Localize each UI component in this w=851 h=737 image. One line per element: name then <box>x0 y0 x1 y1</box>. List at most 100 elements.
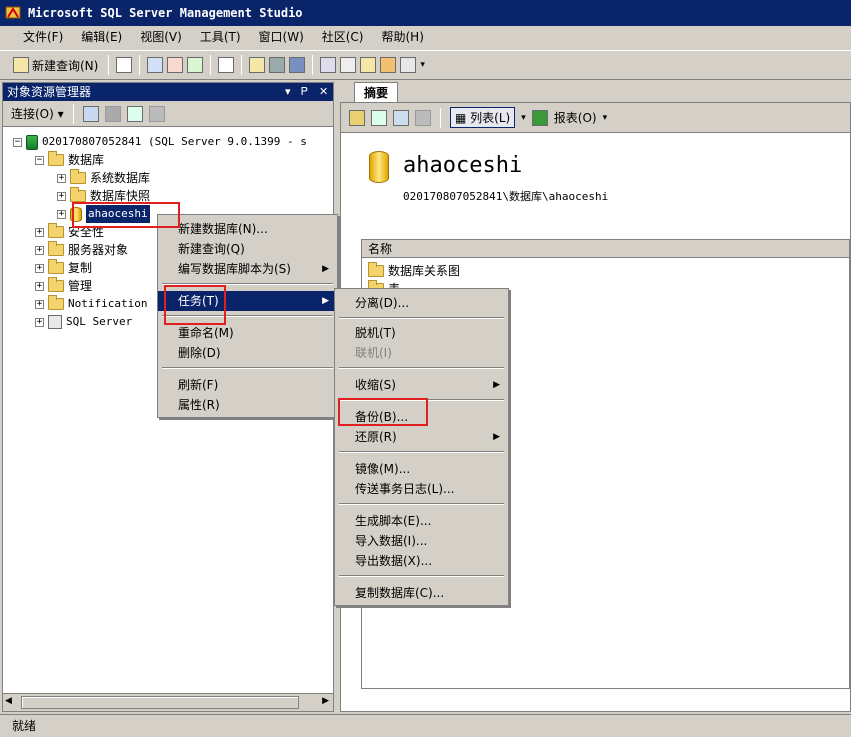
menu-item-detach[interactable]: 分离(D)... <box>335 293 508 313</box>
menu-item-shrink[interactable]: 收缩(S) ▶ <box>335 375 508 395</box>
submenu-arrow-icon: ▶ <box>322 264 329 274</box>
column-header-name[interactable]: 名称 <box>362 240 849 258</box>
tree-node-ahaoceshi[interactable]: + ahaoceshi <box>57 205 150 223</box>
save-icon[interactable] <box>269 57 286 73</box>
menu-help[interactable]: 帮助(H) <box>373 27 433 47</box>
template-explorer-icon[interactable] <box>380 57 397 73</box>
expand-icon[interactable]: + <box>35 227 44 237</box>
tree-node-database-snapshots[interactable]: + 数据库快照 <box>57 187 150 205</box>
scrollbar-thumb[interactable] <box>21 696 299 709</box>
menu-tools[interactable]: 工具(T) <box>191 27 250 47</box>
menu-item-properties[interactable]: 属性(R) <box>158 395 337 415</box>
report-dropdown-icon[interactable]: ▾ <box>603 113 608 123</box>
list-item[interactable]: 数据库关系图 <box>368 261 460 279</box>
tree-node-databases[interactable]: − 数据库 <box>35 151 104 169</box>
scroll-left-icon[interactable]: ◀ <box>5 696 12 706</box>
server-label: 020170807052841 (SQL Server 9.0.1399 - s <box>42 135 307 148</box>
pin-icon[interactable]: Ꮲ <box>301 83 308 101</box>
refresh-icon[interactable] <box>126 105 143 122</box>
toolbar-separator <box>241 55 243 75</box>
menu-item-script-database[interactable]: 编写数据库脚本为(S) ▶ <box>158 259 337 279</box>
tree-node-server-objects[interactable]: + 服务器对象 <box>35 241 128 259</box>
open-folder-icon[interactable] <box>249 57 266 73</box>
expand-icon[interactable]: + <box>57 173 66 183</box>
up-folder-icon[interactable] <box>349 109 365 126</box>
expand-icon[interactable]: + <box>57 191 66 201</box>
registered-servers-icon[interactable] <box>320 57 337 73</box>
connect-button[interactable]: 连接(O) ▾ <box>11 105 64 122</box>
toolbox-icon[interactable] <box>400 57 417 73</box>
expand-icon[interactable]: + <box>57 209 66 219</box>
expand-icon[interactable]: + <box>35 317 44 327</box>
expand-icon[interactable]: + <box>35 299 44 309</box>
menu-file[interactable]: 文件(F) <box>14 27 72 47</box>
report-button[interactable]: 报表(O) <box>554 109 597 126</box>
menu-item-generate-scripts[interactable]: 生成脚本(E)... <box>335 511 508 531</box>
menu-view[interactable]: 视图(V) <box>131 27 191 47</box>
list-view-button[interactable]: ▦ 列表(L) <box>450 107 516 128</box>
ssms-app-icon <box>5 6 21 19</box>
scroll-right-icon[interactable]: ▶ <box>322 696 329 706</box>
tab-summary[interactable]: 摘要 <box>354 82 398 102</box>
menu-item-backup[interactable]: 备份(B)... <box>335 407 508 427</box>
tree-node-notification[interactable]: + Notification <box>35 295 147 313</box>
standard-toolbar: 新建查询(N) ▾ <box>0 50 851 80</box>
analysis-query-icon[interactable] <box>167 57 184 73</box>
title-bar: Microsoft SQL Server Management Studio <box>0 0 851 26</box>
submenu-arrow-icon: ▶ <box>493 380 500 390</box>
menu-item-restore[interactable]: 还原(R) ▶ <box>335 427 508 447</box>
refresh-icon[interactable] <box>393 109 409 126</box>
horizontal-scrollbar[interactable]: ◀ ▶ <box>3 693 333 711</box>
menu-item-copy-database[interactable]: 复制数据库(C)... <box>335 583 508 603</box>
tree-node-system-databases[interactable]: + 系统数据库 <box>57 169 150 187</box>
menu-item-new-database[interactable]: 新建数据库(N)... <box>158 219 337 239</box>
toolbar-overflow-icon[interactable]: ▾ <box>420 60 425 70</box>
save-all-icon[interactable] <box>289 57 306 73</box>
menu-item-export-data[interactable]: 导出数据(X)... <box>335 551 508 571</box>
stop-icon[interactable] <box>104 105 121 122</box>
sync-icon[interactable] <box>371 109 387 126</box>
filter-icon[interactable] <box>415 109 431 126</box>
collapse-icon[interactable]: − <box>13 137 22 147</box>
db-engine-query-icon[interactable] <box>147 57 164 73</box>
menu-item-mirror[interactable]: 镜像(M)... <box>335 459 508 479</box>
new-file-icon[interactable] <box>116 57 133 73</box>
disconnect-icon[interactable] <box>82 105 99 122</box>
menu-item-log-shipping[interactable]: 传送事务日志(L)... <box>335 479 508 499</box>
tree-node-security[interactable]: + 安全性 <box>35 223 104 241</box>
menu-item-offline[interactable]: 脱机(T) <box>335 323 508 343</box>
submenu-arrow-icon: ▶ <box>322 296 329 306</box>
menu-item-tasks[interactable]: 任务(T) ▶ <box>158 291 337 311</box>
menu-item-delete[interactable]: 删除(D) <box>158 343 337 363</box>
menu-item-new-query[interactable]: 新建查询(Q) <box>158 239 337 259</box>
expand-icon[interactable]: + <box>35 281 44 291</box>
menu-window[interactable]: 窗口(W) <box>250 27 313 47</box>
properties-window-icon[interactable] <box>340 57 357 73</box>
list-dropdown-icon[interactable]: ▾ <box>521 113 526 123</box>
object-explorer-icon[interactable] <box>360 57 377 73</box>
close-icon[interactable]: ✕ <box>319 83 328 101</box>
new-query-button[interactable]: 新建查询(N) <box>10 54 101 76</box>
folder-icon <box>48 277 64 292</box>
menu-item-rename[interactable]: 重命名(M) <box>158 323 337 343</box>
expand-icon[interactable]: + <box>35 245 44 255</box>
menu-item-refresh[interactable]: 刷新(F) <box>158 375 337 395</box>
menu-item-import-data[interactable]: 导入数据(I)... <box>335 531 508 551</box>
tree-node-replication[interactable]: + 复制 <box>35 259 92 277</box>
object-explorer-toolbar: 连接(O) ▾ <box>3 101 333 127</box>
menu-community[interactable]: 社区(C) <box>313 27 373 47</box>
toolbar-separator <box>312 55 314 75</box>
tree-node-server[interactable]: − 020170807052841 (SQL Server 9.0.1399 -… <box>13 133 307 151</box>
tree-node-sql-agent[interactable]: + SQL Server <box>35 313 132 331</box>
dropdown-icon[interactable]: ▾ <box>285 83 291 101</box>
filter-icon[interactable] <box>148 105 165 122</box>
document-icon[interactable] <box>218 57 235 73</box>
menu-separator <box>339 399 504 401</box>
mdx-query-icon[interactable] <box>187 57 204 73</box>
notification-label: Notification <box>68 297 148 310</box>
collapse-icon[interactable]: − <box>35 155 44 165</box>
menu-edit[interactable]: 编辑(E) <box>72 27 131 47</box>
expand-icon[interactable]: + <box>35 263 44 273</box>
menu-separator <box>162 315 333 317</box>
tree-node-management[interactable]: + 管理 <box>35 277 92 295</box>
